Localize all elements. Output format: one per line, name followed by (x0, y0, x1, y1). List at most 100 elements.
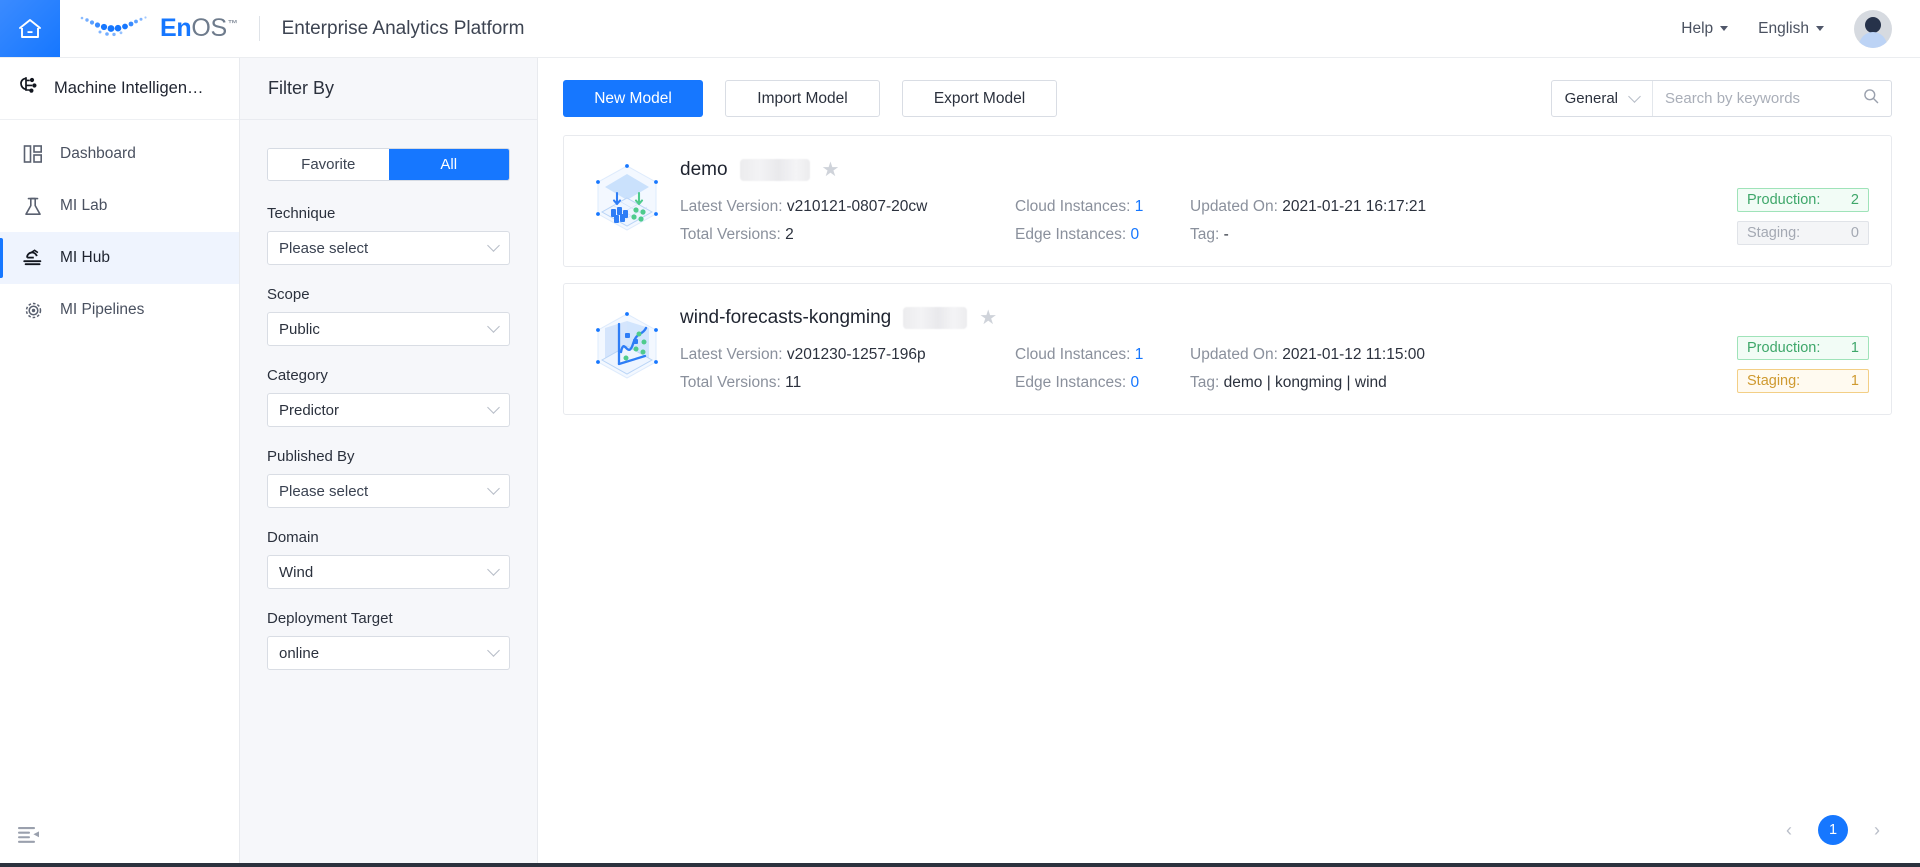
chevron-down-icon (487, 320, 500, 333)
label-production: Production: (1747, 192, 1820, 208)
value-tag: - (1224, 226, 1229, 243)
body-row: Machine Intelligen… Dashboard (0, 58, 1920, 863)
meta-cloud-instances: Cloud Instances: 1 (1015, 198, 1190, 216)
collapse-sidebar-icon[interactable] (18, 826, 40, 849)
search-category-value: General (1565, 90, 1618, 107)
home-icon (17, 17, 43, 41)
label-production: Production: (1747, 340, 1820, 356)
search-input[interactable] (1665, 90, 1855, 107)
toggle-all[interactable]: All (389, 149, 510, 180)
favorite-star-icon[interactable]: ★ (822, 160, 840, 180)
toggle-favorite[interactable]: Favorite (268, 149, 389, 180)
model-toolbar: New Model Import Model Export Model Gene… (538, 58, 1920, 117)
model-card-content: demo ★ Latest Version: v210121-0807-20cw… (670, 156, 1737, 244)
filter-field-deployment-target: Deployment Target online (267, 610, 510, 670)
sidebar-item-mi-lab[interactable]: MI Lab (0, 180, 239, 232)
label-staging: Staging: (1747, 373, 1800, 389)
help-label: Help (1681, 20, 1713, 38)
help-menu[interactable]: Help (1681, 20, 1728, 38)
app-root: EnOS™ Enterprise Analytics Platform Help… (0, 0, 1920, 867)
category-select[interactable]: Predictor (267, 393, 510, 427)
pagination-next-button[interactable]: › (1862, 815, 1892, 845)
chevron-down-icon (1628, 90, 1641, 103)
sidebar-item-mi-hub[interactable]: MI Hub (0, 232, 239, 284)
value-staging: 0 (1851, 225, 1859, 241)
flask-icon (22, 195, 44, 217)
redacted-owner-label (740, 159, 810, 181)
avatar[interactable] (1854, 10, 1892, 48)
meta-tag: Tag: demo | kongming | wind (1190, 374, 1737, 392)
category-value: Predictor (279, 402, 339, 419)
sidebar-item-dashboard[interactable]: Dashboard (0, 128, 239, 180)
pagination-page-1[interactable]: 1 (1818, 815, 1848, 845)
chevron-down-icon (487, 563, 500, 576)
model-card[interactable]: wind-forecasts-kongming ★ Latest Version… (563, 283, 1892, 415)
status-badge-production: Production: 1 (1737, 336, 1869, 360)
value-cloud-instances: 1 (1135, 346, 1144, 363)
scope-select[interactable]: Public (267, 312, 510, 346)
chevron-down-icon (487, 482, 500, 495)
favorite-star-icon[interactable]: ★ (979, 308, 997, 328)
brand-os: OS (191, 14, 227, 43)
sidebar-item-mi-pipelines[interactable]: MI Pipelines (0, 284, 239, 336)
status-badge-production: Production: 2 (1737, 188, 1869, 212)
deployment-target-value: online (279, 645, 319, 662)
meta-edge-instances: Edge Instances: 0 (1015, 374, 1190, 392)
filter-panel: Filter By Favorite All Technique Please … (240, 58, 538, 863)
model-card-content: wind-forecasts-kongming ★ Latest Version… (670, 304, 1737, 392)
model-cube-chart-icon (584, 304, 670, 386)
header-actions: Help English (1681, 0, 1920, 57)
label-staging: Staging: (1747, 225, 1800, 241)
sidebar-item-label: MI Hub (60, 249, 110, 267)
model-status-badges: Production: 1 Staging: 1 (1737, 304, 1869, 393)
brand-tm: ™ (228, 19, 238, 30)
label-total-versions: Total Versions: (680, 226, 781, 243)
deployment-target-select[interactable]: online (267, 636, 510, 670)
label-cloud-instances: Cloud Instances: (1015, 346, 1130, 363)
filter-panel-title: Filter By (240, 58, 537, 120)
brand-wordmark: EnOS™ (160, 14, 237, 43)
status-badge-staging: Staging: 1 (1737, 369, 1869, 393)
search-category-select[interactable]: General (1552, 81, 1653, 116)
technique-select[interactable]: Please select (267, 231, 510, 265)
value-latest-version: v201230-1257-196p (787, 346, 926, 363)
brain-network-icon (16, 74, 40, 103)
label-tag: Tag: (1190, 374, 1219, 391)
value-cloud-instances: 1 (1135, 198, 1144, 215)
sidebar-product-header[interactable]: Machine Intelligen… (0, 58, 239, 120)
published-by-value: Please select (279, 483, 368, 500)
import-model-button[interactable]: Import Model (725, 80, 880, 117)
chevron-down-icon (487, 239, 500, 252)
avatar-head (1865, 17, 1881, 33)
search-icon[interactable] (1863, 88, 1879, 109)
home-button[interactable] (0, 0, 60, 57)
export-model-button[interactable]: Export Model (902, 80, 1057, 117)
chevron-down-icon (1816, 26, 1824, 31)
value-edge-instances: 0 (1130, 374, 1139, 391)
sidebar-item-label: MI Pipelines (60, 301, 144, 319)
value-staging: 1 (1851, 373, 1859, 389)
language-menu[interactable]: English (1758, 20, 1824, 38)
meta-updated-on: Updated On: 2021-01-21 16:17:21 (1190, 198, 1737, 216)
label-latest-version: Latest Version: (680, 346, 783, 363)
hub-icon (22, 247, 44, 269)
model-name: wind-forecasts-kongming (680, 307, 891, 329)
bottom-bar (0, 863, 1920, 867)
domain-select[interactable]: Wind (267, 555, 510, 589)
pagination-prev-button[interactable]: ‹ (1774, 815, 1804, 845)
sidebar-item-label: MI Lab (60, 197, 107, 215)
sidebar: Machine Intelligen… Dashboard (0, 58, 240, 863)
published-by-select[interactable]: Please select (267, 474, 510, 508)
model-card-header: demo ★ (680, 156, 1737, 184)
pagination: ‹ 1 › (1774, 815, 1892, 845)
value-tag: demo | kongming | wind (1224, 374, 1387, 391)
meta-total-versions: Total Versions: 2 (680, 226, 1015, 244)
model-card[interactable]: demo ★ Latest Version: v210121-0807-20cw… (563, 135, 1892, 267)
header-spacer (524, 0, 1681, 57)
new-model-button[interactable]: New Model (563, 80, 703, 117)
label-edge-instances: Edge Instances: (1015, 226, 1126, 243)
app-title: Enterprise Analytics Platform (260, 0, 525, 57)
brand-logo[interactable]: EnOS™ (60, 0, 237, 57)
filter-field-published-by: Published By Please select (267, 448, 510, 508)
main-content: New Model Import Model Export Model Gene… (538, 58, 1920, 863)
